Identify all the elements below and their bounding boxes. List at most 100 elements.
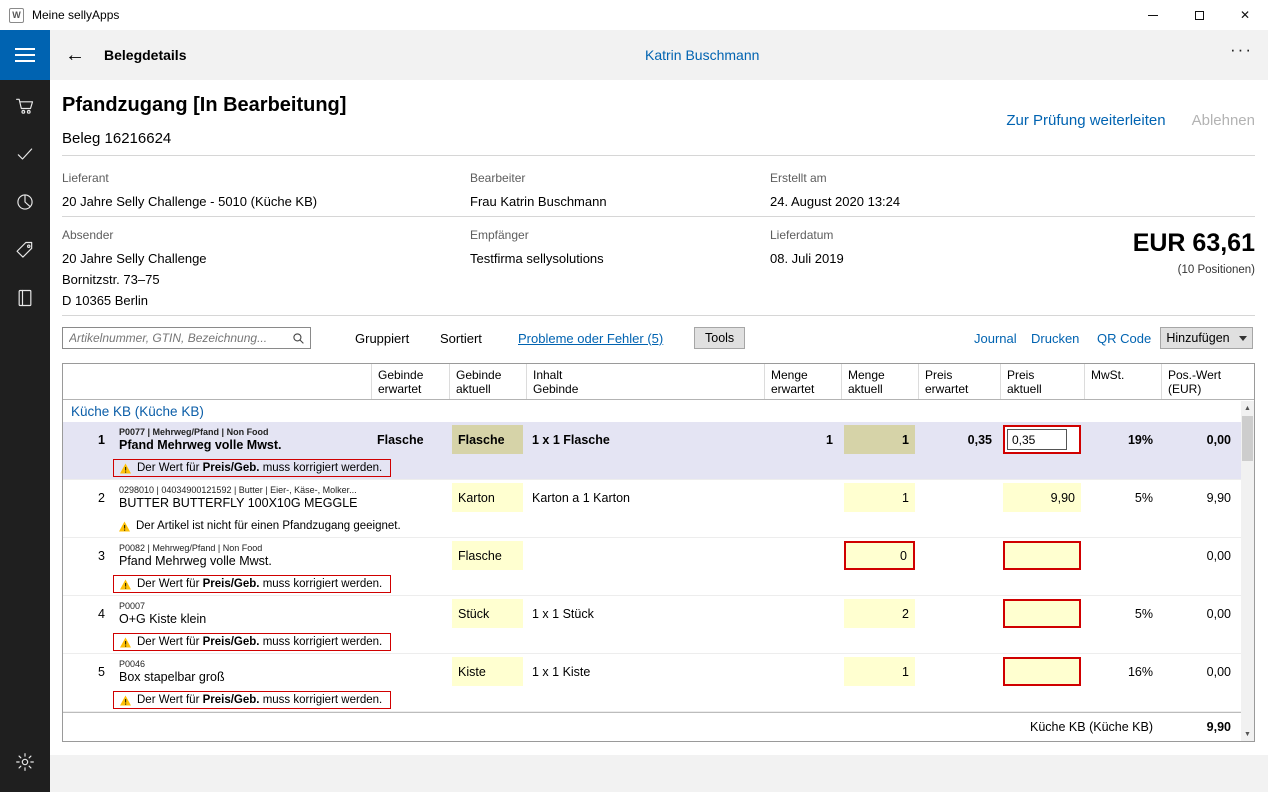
gebinde-aktuell-field[interactable]: Flasche: [452, 425, 523, 454]
row-warning: Der Wert für Preis/Geb. muss korrigiert …: [63, 689, 1254, 712]
table-row[interactable]: 3 P0082 | Mehrweg/Pfand | Non Food Pfand…: [63, 538, 1254, 573]
hamburger-menu-button[interactable]: [0, 30, 50, 80]
drucken-link[interactable]: Drucken: [1031, 331, 1079, 346]
reject-link[interactable]: Ablehnen: [1192, 112, 1255, 129]
cell-preis-erwartet: [918, 596, 1000, 631]
qr-code-link[interactable]: QR Code: [1097, 331, 1151, 346]
row-number: 5: [63, 654, 113, 689]
warning-icon: [118, 521, 131, 532]
table-row[interactable]: 2 0298010 | 04034900121592 | Butter | Ei…: [63, 480, 1254, 515]
positions-count: (10 Positionen): [1178, 264, 1255, 276]
table-row[interactable]: 5 P0046 Box stapelbar groß Kiste 1 x 1 K…: [63, 654, 1254, 689]
menge-aktuell-field[interactable]: 0: [844, 541, 915, 570]
close-button[interactable]: ✕: [1222, 0, 1268, 30]
sidebar-item-prices[interactable]: [0, 226, 50, 274]
gruppiert-toggle[interactable]: Gruppiert: [355, 331, 409, 346]
bearbeiter-value: Frau Katrin Buschmann: [470, 191, 607, 212]
menge-aktuell-field[interactable]: 1: [844, 425, 915, 454]
search-icon[interactable]: [292, 332, 305, 345]
menge-aktuell-field[interactable]: 2: [844, 599, 915, 628]
row-number: 4: [63, 596, 113, 631]
col-inhalt-gebinde: InhaltGebinde: [526, 364, 764, 399]
chevron-down-icon: [1239, 336, 1247, 341]
more-button[interactable]: ···: [1230, 40, 1253, 60]
row-warning: Der Wert für Preis/Geb. muss korrigiert …: [63, 457, 1254, 480]
lieferdatum-value: 08. Juli 2019: [770, 248, 844, 269]
cell-preis-aktuell: 9,90: [1000, 480, 1084, 515]
sidebar-item-cart[interactable]: [0, 82, 50, 130]
maximize-button[interactable]: [1176, 0, 1222, 30]
user-name: Katrin Buschmann: [645, 47, 759, 63]
journal-link[interactable]: Journal: [974, 331, 1017, 346]
cell-preis-aktuell: [1000, 654, 1084, 689]
preis-aktuell-field[interactable]: [1003, 599, 1081, 628]
cell-pos-wert: 0,00: [1161, 538, 1241, 573]
cell-pos-wert: 0,00: [1161, 422, 1241, 457]
row-number: 1: [63, 422, 113, 457]
bearbeiter-label: Bearbeiter: [470, 171, 525, 185]
search-input[interactable]: [63, 331, 292, 345]
cell-menge-aktuell: 1: [841, 422, 918, 457]
sidebar-item-journal[interactable]: [0, 274, 50, 322]
col-preis-aktuell: Preisaktuell: [1000, 364, 1084, 399]
article-cell: P0046 Box stapelbar groß: [113, 654, 371, 689]
minimize-button[interactable]: [1130, 0, 1176, 30]
warning-box: Der Wert für Preis/Geb. muss korrigiert …: [113, 633, 391, 651]
article-cell: P0077 | Mehrweg/Pfand | Non Food Pfand M…: [113, 422, 371, 457]
preis-aktuell-field[interactable]: 9,90: [1003, 483, 1081, 512]
table-row[interactable]: 4 P0007 O+G Kiste klein Stück 1 x 1 Stüc…: [63, 596, 1254, 631]
gebinde-aktuell-field[interactable]: Karton: [452, 483, 523, 512]
cell-mwst: 5%: [1084, 480, 1161, 515]
status-strip: [50, 755, 1268, 792]
cell-menge-aktuell: 2: [841, 596, 918, 631]
preis-aktuell-field[interactable]: [1003, 541, 1081, 570]
scroll-down-arrow[interactable]: ▼: [1241, 727, 1254, 741]
article-cell: P0082 | Mehrweg/Pfand | Non Food Pfand M…: [113, 538, 371, 573]
sidebar-item-settings[interactable]: [0, 738, 50, 786]
page-title: Belegdetails: [104, 47, 186, 63]
probleme-fehler-link[interactable]: Probleme oder Fehler (5): [518, 331, 663, 346]
gebinde-aktuell-field[interactable]: Kiste: [452, 657, 523, 686]
gebinde-aktuell-field[interactable]: Flasche: [452, 541, 523, 570]
maximize-icon: [1195, 11, 1204, 20]
warning-icon: [119, 463, 132, 474]
sortiert-toggle[interactable]: Sortiert: [440, 331, 482, 346]
hamburger-icon: [15, 48, 35, 50]
hinzufuegen-button[interactable]: Hinzufügen: [1160, 327, 1253, 349]
scrollbar-thumb[interactable]: [1242, 416, 1253, 461]
cell-preis-erwartet: [918, 654, 1000, 689]
empfaenger-label: Empfänger: [470, 228, 529, 242]
cell-gebinde-erwartet: [371, 538, 449, 573]
sidebar-item-statistics[interactable]: [0, 178, 50, 226]
divider: [62, 155, 1255, 156]
cell-pos-wert: 0,00: [1161, 654, 1241, 689]
sidebar-item-tasks[interactable]: [0, 130, 50, 178]
cell-preis-erwartet: 0,35: [918, 422, 1000, 457]
empfaenger-value: Testfirma sellysolutions: [470, 248, 604, 269]
menge-aktuell-field[interactable]: 1: [844, 483, 915, 512]
back-button[interactable]: ←: [58, 30, 92, 80]
scroll-up-arrow[interactable]: ▲: [1241, 401, 1254, 415]
menge-aktuell-field[interactable]: 1: [844, 657, 915, 686]
gebinde-aktuell-field[interactable]: Stück: [452, 599, 523, 628]
row-warning: Der Wert für Preis/Geb. muss korrigiert …: [63, 573, 1254, 596]
vertical-scrollbar[interactable]: ▲ ▼: [1241, 401, 1254, 741]
forward-for-review-link[interactable]: Zur Prüfung weiterleiten: [1006, 112, 1165, 129]
col-gebinde-aktuell: Gebindeaktuell: [449, 364, 526, 399]
preis-aktuell-input[interactable]: [1007, 429, 1067, 450]
window-titlebar: W Meine sellyApps ✕: [0, 0, 1268, 30]
cell-gebinde-aktuell: Flasche: [449, 422, 526, 457]
table-row[interactable]: 1 P0077 | Mehrweg/Pfand | Non Food Pfand…: [63, 422, 1254, 457]
cell-menge-erwartet: [764, 596, 841, 631]
minimize-icon: [1148, 15, 1158, 16]
warning-icon: [119, 579, 132, 590]
row-number: 3: [63, 538, 113, 573]
warning-box: Der Wert für Preis/Geb. muss korrigiert …: [113, 459, 391, 477]
col-pos-wert: Pos.-Wert(EUR): [1161, 364, 1241, 399]
absender-line2: Bornitzstr. 73–75: [62, 269, 160, 290]
col-menge-aktuell: Mengeaktuell: [841, 364, 918, 399]
warning-box: Der Artikel ist nicht für einen Pfandzug…: [113, 518, 409, 534]
preis-aktuell-field[interactable]: [1003, 657, 1081, 686]
tools-button[interactable]: Tools: [694, 327, 745, 349]
cell-pos-wert: 9,90: [1161, 480, 1241, 515]
